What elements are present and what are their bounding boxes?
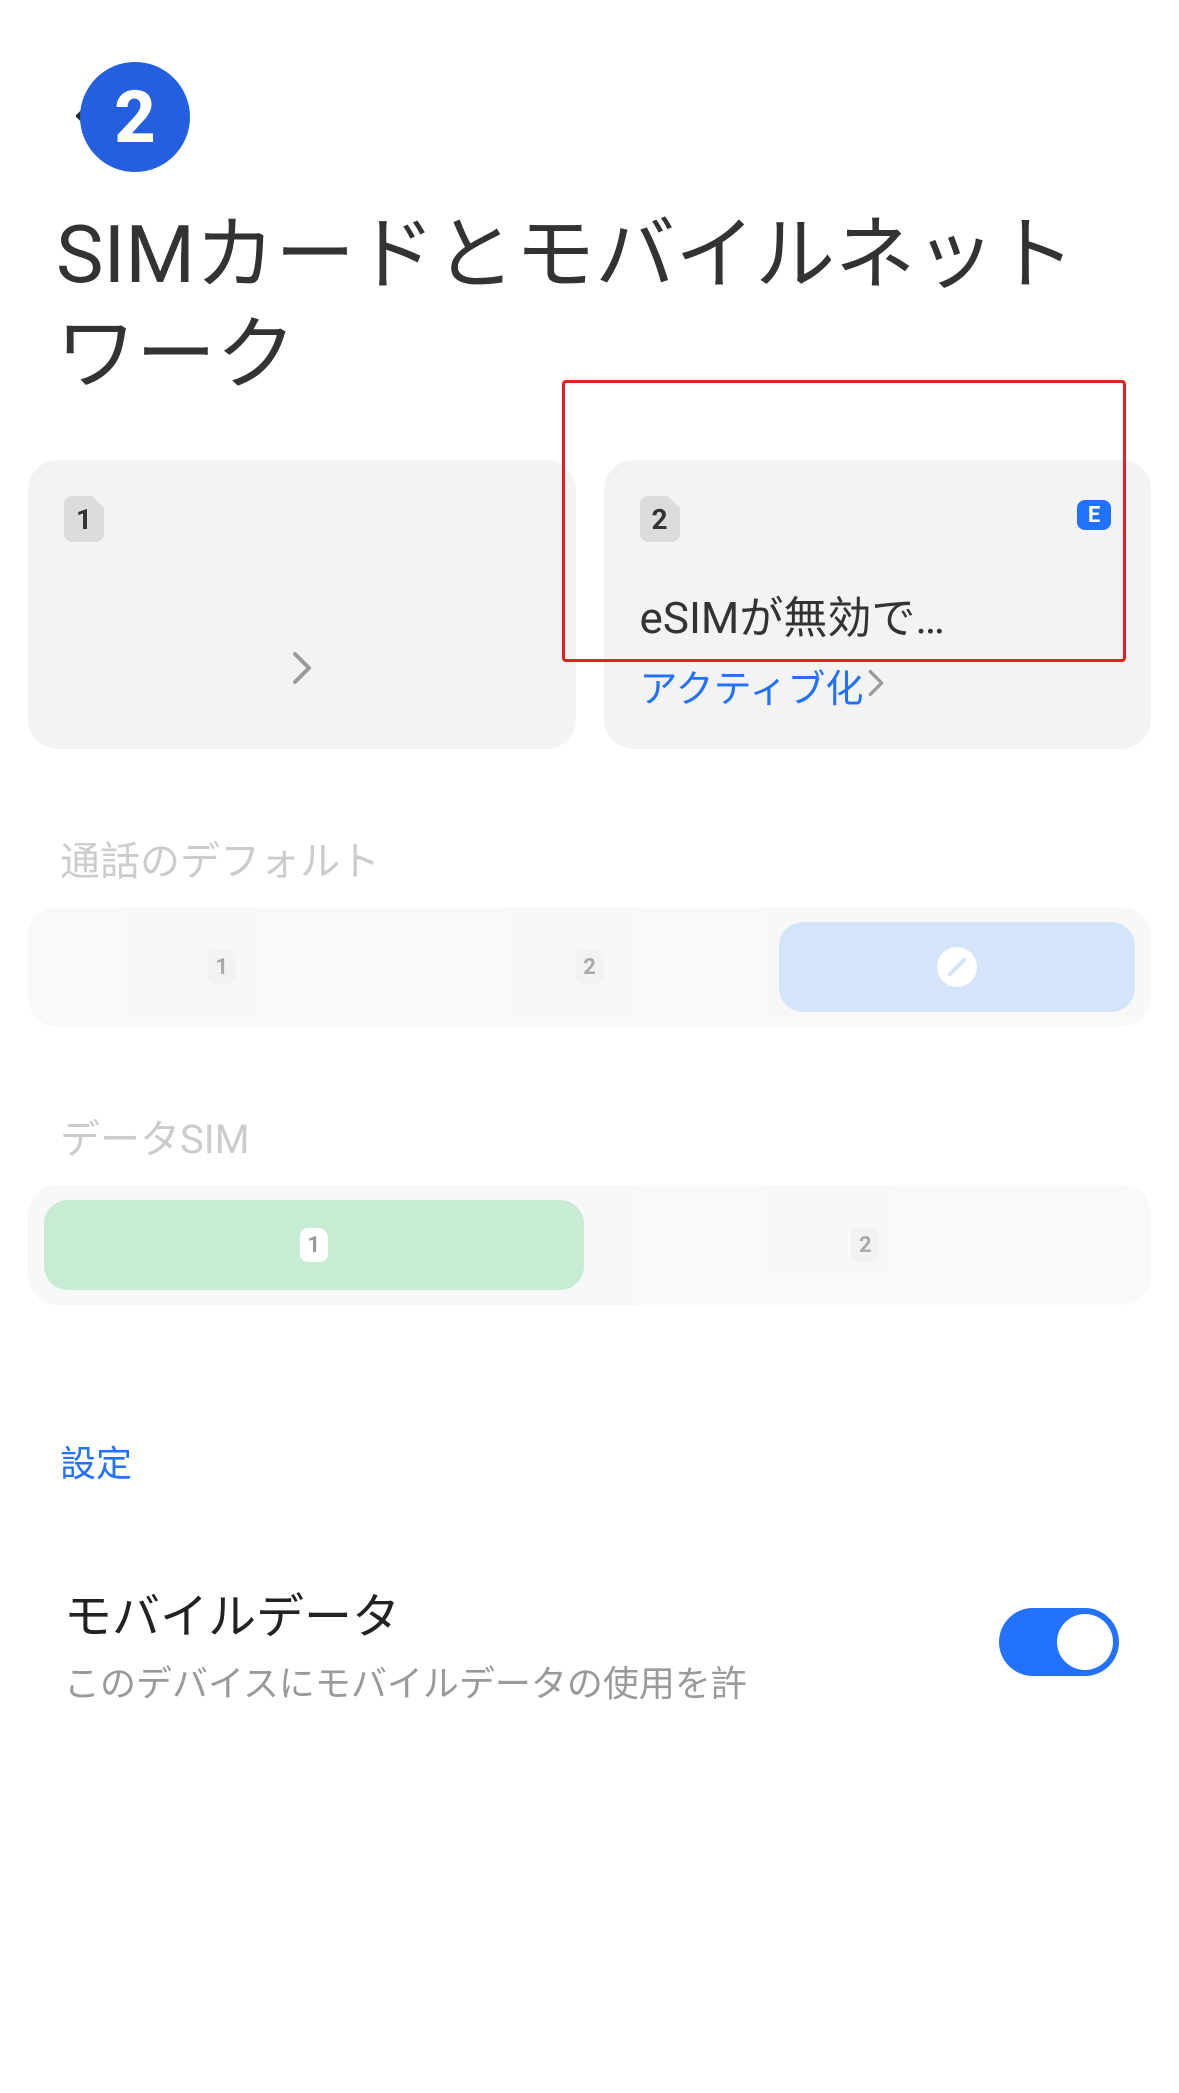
settings-section-label: 設定 xyxy=(0,1305,1179,1487)
sim-slot-2-tag: 2 xyxy=(640,496,680,542)
call-default-option-1[interactable]: 1 xyxy=(44,922,400,1012)
mobile-data-row[interactable]: モバイルデータ このデバイスにモバイルデータの使用を許 xyxy=(0,1487,1179,1707)
call-default-option-none[interactable] xyxy=(779,922,1135,1012)
sim-slot-1-card[interactable]: 1 xyxy=(28,460,576,749)
data-sim-label: データSIM xyxy=(0,1027,1179,1185)
mobile-data-toggle[interactable] xyxy=(999,1608,1119,1676)
sim-card-row: 1 2 E eSIMが無効で… アクティブ化 xyxy=(0,405,1179,749)
sim-slot-2-activate-label: アクティブ化 xyxy=(640,658,864,713)
data-sim-option-2-label: 2 xyxy=(859,1233,872,1258)
data-sim-option-2[interactable]: 2 xyxy=(596,1200,1136,1290)
call-default-section: 通話のデフォルト 1 2 xyxy=(0,749,1179,1027)
sim-slot-2-activate-link[interactable]: アクティブ化 xyxy=(640,658,1116,713)
sim-chip-icon: 2 xyxy=(576,950,604,984)
data-sim-option-1[interactable]: 1 xyxy=(44,1200,584,1290)
sim-slot-2-status: eSIMが無効で… xyxy=(640,582,1116,646)
call-default-segmented: 1 2 xyxy=(28,907,1151,1027)
data-sim-section: データSIM 1 2 xyxy=(0,1027,1179,1305)
sim-slot-1-tag: 1 xyxy=(64,496,104,542)
step-badge: 2 xyxy=(80,62,190,172)
page-title: SIMカードとモバイルネットワーク xyxy=(0,150,1179,405)
sim-slot-1-chevron xyxy=(28,645,576,697)
sim-chip-icon: 1 xyxy=(300,1228,328,1262)
esim-badge-letter: E xyxy=(1088,503,1100,528)
call-default-label: 通話のデフォルト xyxy=(0,749,1179,907)
mobile-data-text: モバイルデータ このデバイスにモバイルデータの使用を許 xyxy=(64,1577,975,1707)
mobile-data-title: モバイルデータ xyxy=(64,1577,975,1647)
sim-slot-1-number: 1 xyxy=(76,503,92,536)
step-number: 2 xyxy=(114,75,156,160)
top-bar: 2 xyxy=(0,0,1179,150)
chevron-right-icon xyxy=(291,653,313,695)
toggle-knob-icon xyxy=(1057,1614,1113,1670)
sim-chip-icon: 1 xyxy=(208,950,236,984)
mobile-data-subtitle: このデバイスにモバイルデータの使用を許 xyxy=(64,1655,975,1707)
no-sim-icon xyxy=(937,947,977,987)
call-default-option-1-label: 1 xyxy=(216,955,229,980)
call-default-option-2[interactable]: 2 xyxy=(412,922,768,1012)
esim-badge-icon: E xyxy=(1077,500,1111,530)
sim-chip-icon: 2 xyxy=(851,1228,879,1262)
sim-slot-2-number: 2 xyxy=(651,503,667,536)
data-sim-option-1-label: 1 xyxy=(307,1233,320,1258)
sim-slot-2-card[interactable]: 2 E eSIMが無効で… アクティブ化 xyxy=(604,460,1152,749)
chevron-right-icon xyxy=(867,665,885,707)
call-default-option-2-label: 2 xyxy=(583,955,596,980)
data-sim-segmented: 1 2 xyxy=(28,1185,1151,1305)
